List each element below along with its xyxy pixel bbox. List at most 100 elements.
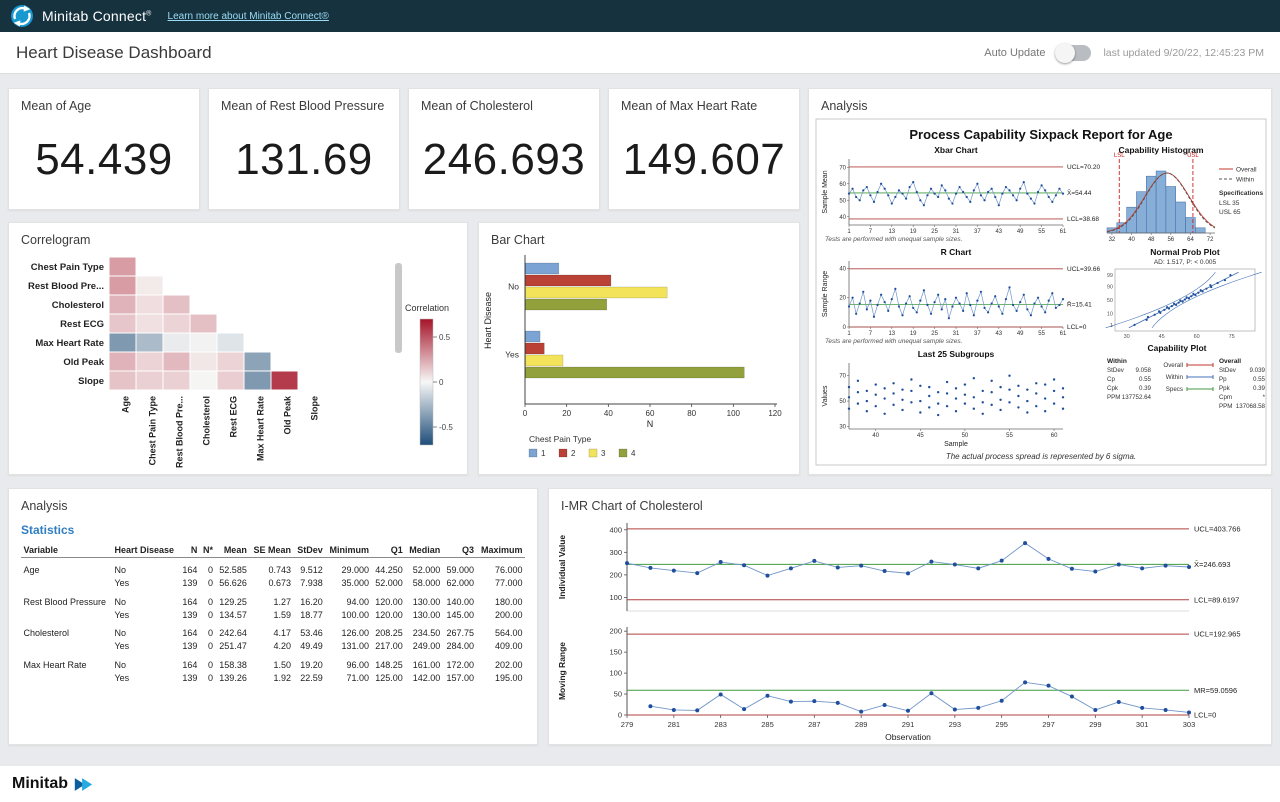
svg-text:4: 4	[631, 449, 636, 458]
svg-text:31: 31	[953, 331, 960, 337]
svg-text:281: 281	[668, 720, 681, 729]
svg-text:300: 300	[609, 548, 622, 557]
kpi-card-mean-of-rest-blood-pressure: Mean of Rest Blood Pressure 131.69	[208, 88, 400, 210]
svg-text:Xbar Chart: Xbar Chart	[934, 145, 978, 155]
svg-text:Cpk: Cpk	[1107, 385, 1119, 392]
page-title: Heart Disease Dashboard	[16, 43, 212, 63]
imr-chart-card: I-MR Chart of Cholesterol 100200300400UC…	[548, 488, 1272, 745]
svg-text:37: 37	[974, 331, 981, 337]
svg-text:Last 25 Subgroups: Last 25 Subgroups	[918, 349, 995, 359]
svg-text:50: 50	[839, 198, 846, 204]
svg-text:50: 50	[839, 399, 846, 405]
card-title: I-MR Chart of Cholesterol	[549, 489, 1271, 513]
toggle-knob	[1055, 43, 1075, 63]
kpi-title: Mean of Rest Blood Pressure	[209, 89, 399, 113]
analysis-sixpack-card: Analysis Process Capability Sixpack Repo…	[808, 88, 1272, 475]
svg-text:49: 49	[1017, 229, 1024, 235]
svg-text:Sample Range: Sample Range	[822, 271, 829, 317]
svg-text:293: 293	[949, 720, 962, 729]
auto-update-toggle[interactable]	[1057, 45, 1091, 61]
kpi-title: Mean of Age	[9, 89, 199, 113]
svg-text:Cpm: Cpm	[1219, 394, 1232, 401]
svg-text:Rest ECG: Rest ECG	[60, 319, 104, 330]
svg-text:X̄=54.44: X̄=54.44	[1067, 189, 1092, 197]
page-header: Heart Disease Dashboard Auto Update last…	[0, 32, 1280, 74]
svg-text:0.39: 0.39	[1139, 385, 1152, 392]
svg-text:0.5: 0.5	[439, 333, 451, 342]
svg-text:50: 50	[1107, 298, 1113, 304]
svg-text:75: 75	[1229, 334, 1235, 340]
svg-text:Process Capability Sixpack Rep: Process Capability Sixpack Report for Ag…	[909, 127, 1172, 142]
svg-text:LSL 35: LSL 35	[1219, 200, 1240, 207]
svg-text:Pp: Pp	[1219, 376, 1227, 383]
svg-text:Max Heart Rate: Max Heart Rate	[35, 338, 104, 349]
svg-text:19: 19	[910, 331, 917, 337]
svg-text:55: 55	[1038, 331, 1045, 337]
svg-text:285: 285	[761, 720, 774, 729]
svg-text:301: 301	[1136, 720, 1149, 729]
svg-text:StDev: StDev	[1219, 367, 1237, 374]
svg-text:Ppk: Ppk	[1219, 385, 1231, 392]
svg-text:9.039: 9.039	[1250, 367, 1266, 374]
svg-text:56: 56	[1167, 237, 1174, 243]
svg-text:13: 13	[888, 229, 895, 235]
svg-text:49: 49	[1017, 331, 1024, 337]
svg-text:80: 80	[687, 409, 696, 418]
svg-text:Rest Blood Pre...: Rest Blood Pre...	[175, 396, 185, 468]
svg-text:0.55: 0.55	[1139, 376, 1152, 383]
kpi-value: 54.439	[9, 135, 199, 185]
svg-text:0.39: 0.39	[1253, 385, 1266, 392]
statistics-link[interactable]: Statistics	[9, 513, 537, 539]
svg-text:55: 55	[1038, 229, 1045, 235]
svg-text:279: 279	[621, 720, 634, 729]
svg-text:Chest Pain Type: Chest Pain Type	[31, 262, 104, 273]
svg-text:291: 291	[902, 720, 915, 729]
svg-text:45: 45	[1159, 334, 1165, 340]
svg-text:48: 48	[1148, 237, 1155, 243]
svg-text:USL: USL	[1187, 153, 1199, 159]
svg-text:43: 43	[995, 331, 1002, 337]
correlogram-scrollbar[interactable]	[395, 263, 402, 353]
svg-text:UCL=192.965: UCL=192.965	[1194, 630, 1241, 639]
brand-name: Minitab Connect®	[42, 8, 152, 24]
svg-text:1: 1	[541, 449, 546, 458]
svg-text:Specifications: Specifications	[1219, 190, 1263, 197]
svg-text:X̄=246.693: X̄=246.693	[1194, 560, 1231, 569]
svg-text:R Chart: R Chart	[941, 247, 972, 257]
svg-text:0: 0	[439, 378, 444, 387]
svg-text:LCL=89.6197: LCL=89.6197	[1194, 595, 1239, 604]
svg-text:25: 25	[931, 229, 938, 235]
learn-more-link[interactable]: Learn more about Minitab Connect®	[168, 11, 329, 22]
auto-update-label: Auto Update	[984, 47, 1045, 59]
last-updated-text: last updated 9/20/22, 12:45:23 PM	[1103, 47, 1264, 59]
svg-text:0.55: 0.55	[1253, 376, 1266, 383]
kpi-card-mean-of-cholesterol: Mean of Cholesterol 246.693	[408, 88, 600, 210]
svg-text:Values: Values	[822, 385, 829, 406]
svg-text:Overall: Overall	[1163, 362, 1183, 369]
kpi-card-mean-of-max-heart-rate: Mean of Max Heart Rate 149.607	[608, 88, 800, 210]
svg-text:Observation: Observation	[885, 732, 931, 742]
svg-text:USL 65: USL 65	[1219, 209, 1241, 216]
svg-text:200: 200	[609, 627, 622, 636]
svg-text:283: 283	[714, 720, 727, 729]
svg-text:1: 1	[1110, 323, 1113, 329]
svg-text:295: 295	[995, 720, 1008, 729]
svg-text:Chest Pain Type: Chest Pain Type	[529, 434, 591, 444]
svg-text:25: 25	[931, 331, 938, 337]
svg-text:UCL=403.766: UCL=403.766	[1194, 524, 1241, 533]
svg-text:20: 20	[562, 409, 571, 418]
svg-text:Overall: Overall	[1219, 358, 1241, 365]
svg-text:3: 3	[601, 449, 606, 458]
correlogram-card: Correlogram Chest Pain TypeRest Blood Pr…	[8, 222, 468, 475]
svg-text:Specs: Specs	[1166, 386, 1183, 393]
svg-text:Sample: Sample	[944, 441, 968, 448]
svg-text:99: 99	[1107, 273, 1113, 279]
analysis-statistics-card: Analysis Statistics VariableHeart Diseas…	[8, 488, 538, 745]
footer: Minitab	[0, 766, 1280, 802]
svg-text:Rest Blood Pre...: Rest Blood Pre...	[28, 281, 104, 292]
svg-text:287: 287	[808, 720, 821, 729]
bar-chart-card: Bar Chart 020406080100120NNoYesHeart Dis…	[478, 222, 800, 475]
svg-text:100: 100	[727, 409, 741, 418]
svg-text:Correlation: Correlation	[405, 303, 449, 313]
svg-text:289: 289	[855, 720, 868, 729]
